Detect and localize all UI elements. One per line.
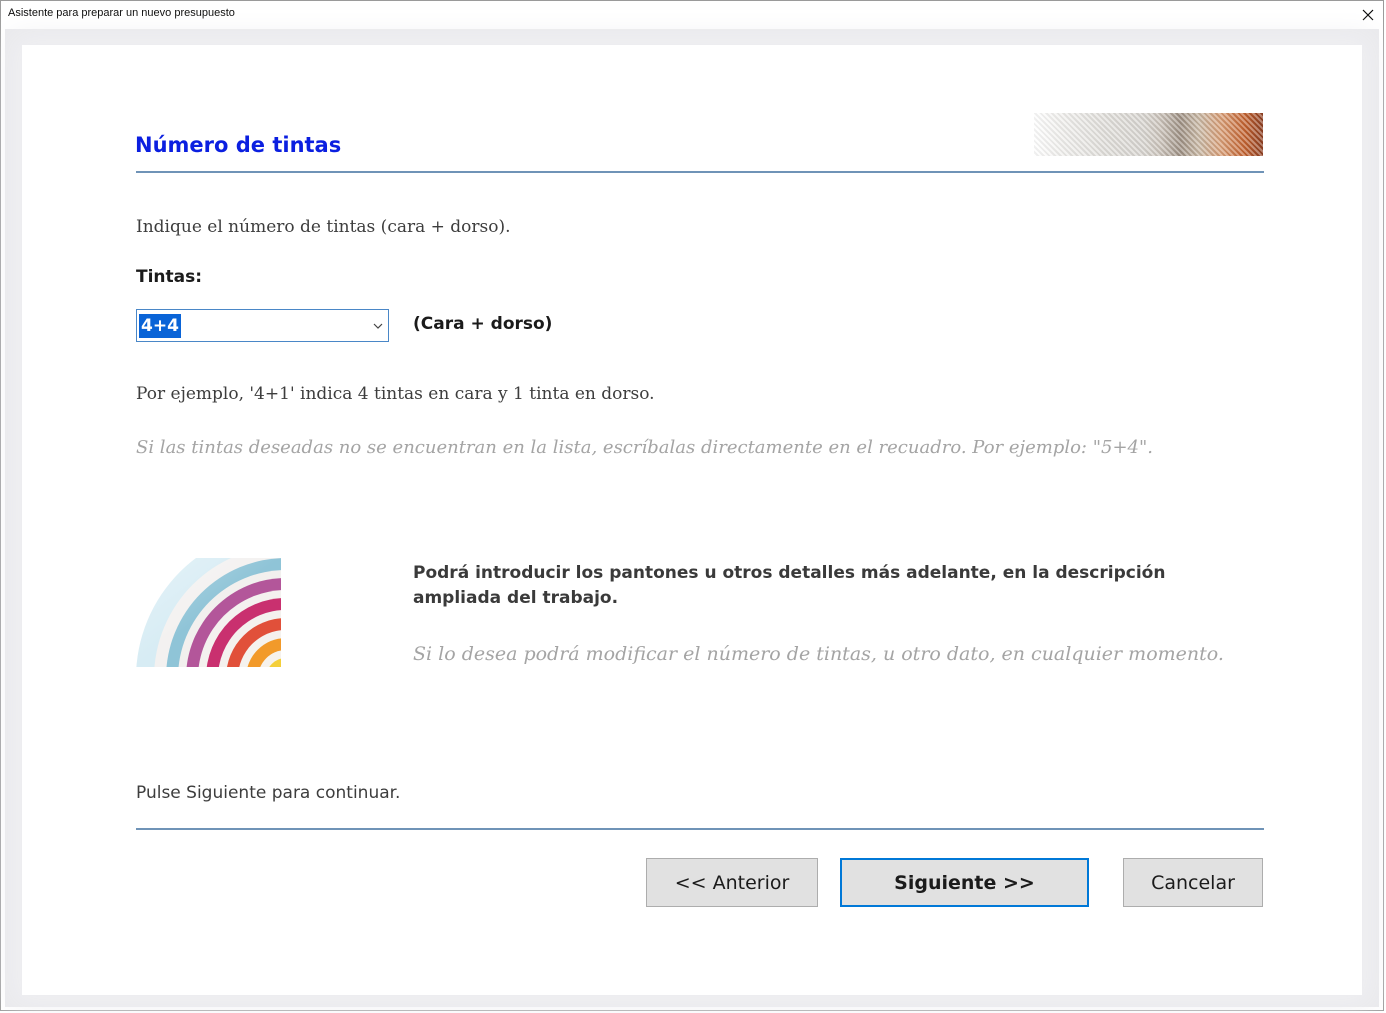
hint-text: Si las tintas deseadas no se encuentran … bbox=[136, 437, 1153, 458]
modify-note: Si lo desea podrá modificar el número de… bbox=[413, 643, 1224, 665]
close-button[interactable] bbox=[1353, 1, 1383, 29]
chevron-down-icon[interactable] bbox=[372, 320, 384, 332]
tintas-suffix-label: (Cara + dorso) bbox=[413, 314, 553, 334]
footer-divider bbox=[136, 828, 1264, 830]
pantone-fan-icon bbox=[136, 558, 281, 667]
continue-text: Pulse Siguiente para continuar. bbox=[136, 783, 401, 803]
pantone-note: Podrá introducir los pantones u otros de… bbox=[413, 563, 1166, 608]
example-text: Por ejemplo, '4+1' indica 4 tintas en ca… bbox=[136, 384, 655, 404]
close-icon bbox=[1362, 9, 1374, 21]
window-title: Asistente para preparar un nuevo presupu… bbox=[8, 7, 235, 19]
tintas-combobox[interactable]: 4+4 bbox=[136, 309, 389, 342]
wizard-window: Asistente para preparar un nuevo presupu… bbox=[0, 0, 1384, 1011]
pantone-fan-image bbox=[136, 558, 281, 667]
previous-button[interactable]: << Anterior bbox=[646, 858, 818, 907]
wizard-page: Número de tintas Indique el número de ti… bbox=[21, 44, 1363, 996]
tintas-label: Tintas: bbox=[136, 267, 203, 287]
title-bar: Asistente para preparar un nuevo presupu… bbox=[1, 1, 1383, 29]
wizard-frame: Número de tintas Indique el número de ti… bbox=[5, 29, 1379, 1007]
page-title: Número de tintas bbox=[135, 133, 342, 157]
tintas-combobox-value[interactable]: 4+4 bbox=[139, 314, 181, 338]
next-button[interactable]: Siguiente >> bbox=[840, 858, 1089, 907]
header-texture-image bbox=[1034, 113, 1263, 156]
cancel-button[interactable]: Cancelar bbox=[1123, 858, 1263, 907]
instruction-text: Indique el número de tintas (cara + dors… bbox=[136, 217, 511, 237]
header-divider bbox=[136, 171, 1264, 173]
